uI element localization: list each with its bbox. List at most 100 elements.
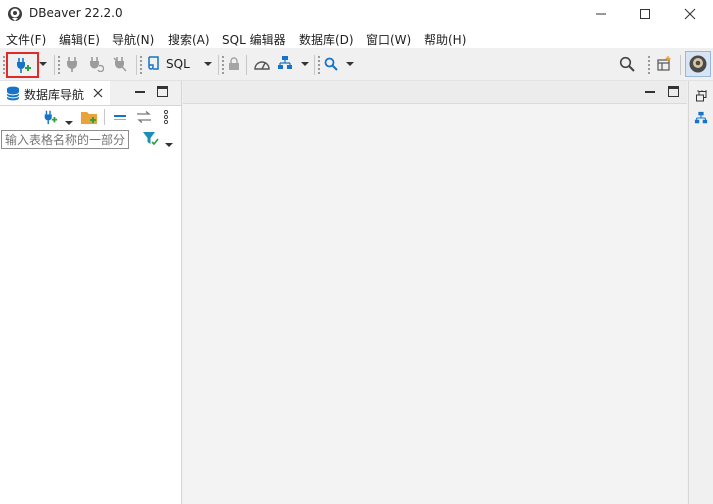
sql-editor-label: SQL (166, 57, 190, 71)
lock-icon (229, 57, 239, 70)
connect-button[interactable] (63, 55, 81, 73)
menu-file[interactable]: 文件(F) (6, 31, 46, 48)
schema-compare-icon (694, 111, 708, 124)
toolbar-grip[interactable] (648, 56, 650, 74)
dropdown-arrow-icon (346, 62, 354, 66)
menu-database[interactable]: 数据库(D) (299, 31, 354, 48)
global-search-button[interactable] (617, 54, 637, 74)
close-tab-button[interactable] (93, 87, 103, 101)
schema-compare-button[interactable] (276, 54, 294, 72)
dbeaver-perspective-button[interactable] (685, 51, 711, 77)
minimize-icon (645, 91, 655, 93)
user-avatar-icon (689, 55, 707, 73)
lock-button[interactable] (226, 55, 242, 73)
toolbar-separator (54, 55, 55, 75)
reconnect-button[interactable] (87, 55, 105, 73)
editor-area (183, 81, 687, 504)
dbeaver-logo-icon (7, 6, 23, 22)
close-icon (684, 8, 696, 20)
toolbar-grip[interactable] (318, 56, 320, 74)
window-title: DBeaver 22.2.0 (29, 6, 123, 20)
navigator-tab-label: 数据库导航 (24, 88, 85, 102)
maximize-button[interactable] (622, 0, 668, 28)
restore-button[interactable] (696, 91, 707, 105)
new-connection-dropdown[interactable] (65, 115, 73, 129)
toolbar-grip[interactable] (140, 56, 142, 74)
menu-help[interactable]: 帮助(H) (424, 31, 466, 48)
reconnect-icon (90, 57, 104, 72)
dashboard-gauge-icon (254, 61, 270, 70)
menu-edit[interactable]: 编辑(E) (59, 31, 100, 48)
toolbar-separator (104, 109, 105, 125)
new-connection-plug-icon (44, 110, 58, 125)
new-connection-button[interactable] (6, 52, 39, 78)
minimize-button[interactable] (578, 0, 624, 28)
dropdown-arrow-icon (39, 62, 47, 66)
filter-button[interactable] (142, 131, 160, 150)
disconnect-button[interactable] (111, 55, 129, 73)
search-dropdown[interactable] (345, 59, 355, 69)
open-perspective-button[interactable] (654, 54, 674, 74)
minimize-panel-button[interactable] (135, 87, 145, 101)
close-icon (93, 88, 103, 98)
database-stack-icon (6, 86, 20, 104)
schema-compare-view-button[interactable] (694, 111, 708, 128)
menu-sql-editor[interactable]: SQL 编辑器 (222, 31, 286, 48)
new-folder-button[interactable] (80, 109, 98, 128)
new-connection-button[interactable] (42, 109, 58, 128)
connect-icon (67, 57, 77, 72)
schema-compare-dropdown[interactable] (300, 59, 310, 69)
dashboard-button[interactable] (252, 55, 272, 73)
collapse-all-button[interactable] (113, 111, 127, 126)
view-menu-icon (163, 109, 169, 125)
filter-dropdown[interactable] (165, 137, 173, 151)
new-connection-plug-icon (16, 58, 31, 73)
sql-editor-dropdown[interactable] (203, 59, 213, 69)
maximize-icon (668, 86, 679, 97)
dropdown-arrow-icon (204, 62, 212, 66)
menu-bar: 文件(F) 编辑(E) 导航(N) 搜索(A) SQL 编辑器 数据库(D) 窗… (0, 28, 713, 48)
main-toolbar: SQL (0, 48, 713, 81)
collapse-all-icon (114, 115, 126, 120)
dropdown-arrow-icon (65, 121, 73, 125)
minimize-icon (135, 91, 145, 93)
perspective-icon (657, 56, 671, 71)
toolbar-separator (218, 55, 219, 75)
maximize-panel-button[interactable] (157, 86, 168, 100)
maximize-icon (157, 86, 168, 97)
toolbar-separator (314, 55, 315, 75)
title-bar: DBeaver 22.2.0 (0, 0, 713, 28)
link-with-editor-button[interactable] (136, 111, 152, 126)
disconnect-icon (113, 57, 127, 72)
new-connection-dropdown[interactable] (38, 59, 48, 69)
editor-tab-bar (183, 81, 687, 104)
toolbar-grip[interactable] (3, 56, 5, 74)
schema-compare-icon (278, 56, 292, 69)
menu-search[interactable]: 搜索(A) (168, 31, 210, 48)
search-button[interactable] (322, 55, 340, 73)
close-button[interactable] (667, 0, 713, 28)
new-folder-icon (81, 112, 97, 124)
database-navigator-panel: 数据库导航 (0, 81, 182, 504)
toolbar-separator (136, 55, 137, 75)
menu-window[interactable]: 窗口(W) (366, 31, 411, 48)
restore-icon (696, 91, 707, 102)
minimize-editor-button[interactable] (645, 87, 655, 101)
link-editor-icon (137, 111, 151, 123)
sql-editor-button[interactable]: SQL (146, 53, 198, 75)
maximize-editor-button[interactable] (668, 86, 679, 100)
filter-icon (143, 132, 159, 146)
dropdown-arrow-icon (301, 62, 309, 66)
minimize-icon (596, 13, 606, 15)
table-filter-input[interactable] (1, 130, 129, 149)
dropdown-arrow-icon (165, 143, 173, 147)
toolbar-grip[interactable] (58, 56, 60, 74)
toolbar-separator (246, 55, 247, 75)
toolbar-grip[interactable] (222, 56, 224, 74)
global-search-icon (619, 56, 635, 72)
tab-database-navigator[interactable]: 数据库导航 (0, 81, 110, 105)
menu-navigate[interactable]: 导航(N) (112, 31, 154, 48)
search-icon (324, 57, 338, 71)
view-menu-button[interactable] (163, 109, 169, 128)
sql-editor-icon (148, 56, 159, 70)
